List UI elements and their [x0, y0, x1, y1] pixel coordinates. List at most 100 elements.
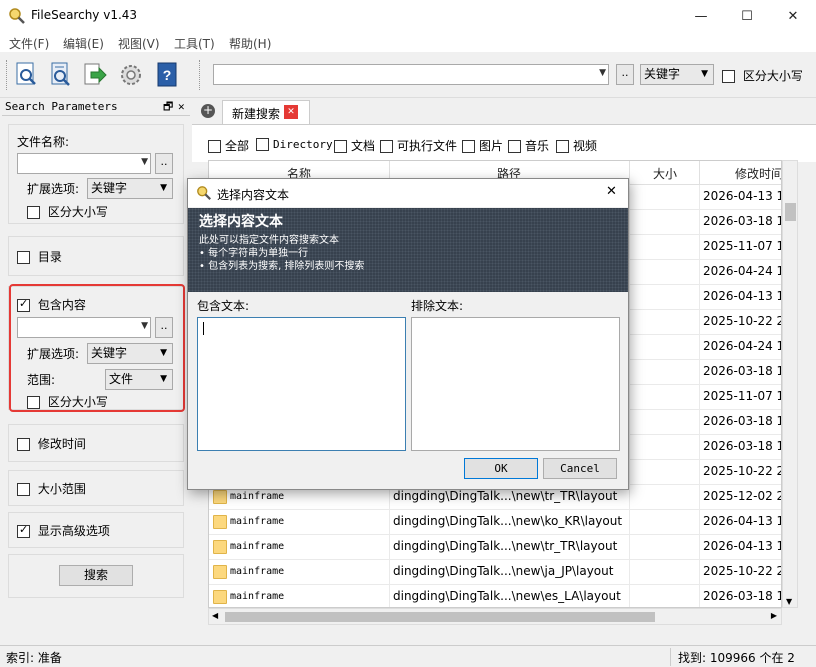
checkbox[interactable]: [508, 140, 521, 153]
tab-new-search[interactable]: 新建搜索 ✕: [222, 100, 310, 124]
column-modified[interactable]: 修改时间: [735, 165, 781, 182]
vertical-scrollbar[interactable]: ▼: [782, 160, 798, 608]
checkbox[interactable]: [256, 138, 269, 151]
settings-button[interactable]: [116, 60, 146, 90]
maximize-button[interactable]: ☐: [724, 0, 770, 32]
cell-date: 2026-03-18 14: [703, 414, 781, 428]
column-size[interactable]: 大小: [653, 165, 677, 182]
divider: [629, 460, 630, 485]
divider: [629, 285, 630, 310]
close-tab-icon[interactable]: ✕: [284, 105, 298, 119]
search-file-button[interactable]: [12, 60, 42, 90]
cell-path: dingding\DingTalk...\new\ko_KR\layout: [393, 514, 623, 528]
pin-icon[interactable]: 🗗: [163, 98, 173, 116]
divider: [699, 485, 700, 510]
cell-date: 2025-10-22 2(: [703, 314, 782, 328]
document-search-icon: [16, 62, 36, 85]
checkbox[interactable]: [334, 140, 347, 153]
folder-icon: [213, 515, 227, 529]
divider: [629, 410, 630, 435]
scroll-left-icon[interactable]: ◀: [212, 611, 218, 620]
export-button[interactable]: [80, 60, 110, 90]
search-content-button[interactable]: [46, 60, 76, 90]
menu-tools[interactable]: 工具(T): [174, 35, 215, 52]
horizontal-scrollbar[interactable]: ◀ ▶: [208, 608, 782, 625]
cell-date: 2026-03-18 14: [703, 439, 781, 453]
divider: [629, 385, 630, 410]
checkbox[interactable]: [17, 483, 30, 496]
checkbox[interactable]: [17, 251, 30, 264]
banner-title: 选择内容文本: [199, 214, 283, 230]
checkbox[interactable]: [17, 438, 30, 451]
size-range-group: 大小范围: [8, 470, 184, 506]
search-mode-select[interactable]: 关键字 ▼: [640, 64, 714, 85]
menu-file[interactable]: 文件(F): [9, 35, 49, 52]
menu-view[interactable]: 视图(V): [118, 35, 160, 52]
banner-bullet: • 包含列表为搜索, 排除列表则不搜索: [199, 261, 365, 272]
checkbox[interactable]: [208, 140, 221, 153]
ext-select[interactable]: 关键字 ▼: [87, 178, 173, 199]
close-button[interactable]: ✕: [770, 0, 816, 32]
help-button[interactable]: ?: [152, 60, 182, 90]
search-button[interactable]: 搜索: [59, 565, 133, 586]
select-content-dialog: 选择内容文本 ✕ 选择内容文本 此处可以指定文件内容搜索文本 • 每个字符串为单…: [187, 178, 629, 490]
scroll-right-icon[interactable]: ▶: [771, 611, 777, 620]
exclude-textarea[interactable]: [411, 317, 620, 451]
scroll-down-icon[interactable]: ▼: [786, 597, 792, 606]
checkbox[interactable]: [380, 140, 393, 153]
filter-music[interactable]: 音乐: [508, 137, 549, 154]
directory-checkbox[interactable]: 目录: [17, 248, 62, 265]
checkbox-checked[interactable]: [17, 523, 30, 538]
status-bar: 索引: 准备 找到: 109966 个在 2: [0, 645, 816, 667]
filter-images[interactable]: 图片: [462, 137, 503, 154]
divider: [629, 585, 630, 607]
folder-icon: [213, 490, 227, 504]
browse-button[interactable]: ..: [616, 64, 634, 85]
filter-executables[interactable]: 可执行文件: [380, 137, 457, 154]
table-row[interactable]: mainframe dingding\DingTalk...\new\tr_TR\…: [209, 535, 781, 560]
menu-help[interactable]: 帮助(H): [229, 35, 271, 52]
close-icon[interactable]: ✕: [178, 98, 185, 116]
add-tab-icon[interactable]: +: [201, 104, 215, 118]
minimize-button[interactable]: —: [678, 0, 724, 32]
toolbar-grip-2: [199, 60, 202, 90]
filter-documents[interactable]: 文档: [334, 137, 375, 154]
case-sensitive-toolbar-checkbox[interactable]: 区分大小写: [722, 67, 803, 84]
filter-all[interactable]: 全部: [208, 137, 249, 154]
scroll-thumb[interactable]: [225, 612, 655, 622]
checkbox[interactable]: [462, 140, 475, 153]
table-row[interactable]: mainframe dingding\DingTalk...\new\es_LA\…: [209, 585, 781, 607]
filter-video[interactable]: 视频: [556, 137, 597, 154]
menu-edit[interactable]: 编辑(E): [63, 35, 104, 52]
search-input[interactable]: ▼: [213, 64, 609, 85]
sort-up-icon: ^: [295, 160, 303, 168]
divider: [629, 335, 630, 360]
filename-input[interactable]: ▼: [17, 153, 151, 174]
include-textarea[interactable]: [197, 317, 406, 451]
advanced-options-checkbox[interactable]: 显示高级选项: [17, 522, 110, 539]
chevron-down-icon: ▼: [701, 69, 708, 79]
status-found: 找到: 109966 个在 2: [678, 651, 795, 665]
checkbox[interactable]: [722, 70, 735, 83]
table-row[interactable]: mainframe dingding\DingTalk...\new\ja_JP\…: [209, 560, 781, 585]
cell-name: mainframe: [230, 591, 285, 602]
divider: [699, 535, 700, 560]
filter-directory[interactable]: Directory: [256, 137, 333, 151]
case-sensitive-filename[interactable]: 区分大小写: [27, 203, 108, 220]
ok-button[interactable]: OK: [464, 458, 538, 479]
checkbox[interactable]: [556, 140, 569, 153]
gear-icon: [121, 65, 141, 85]
divider: [699, 360, 700, 385]
cell-name: mainframe: [230, 566, 285, 577]
scroll-thumb[interactable]: [785, 203, 796, 221]
ext-label: 扩展选项:: [27, 182, 80, 196]
cell-date: 2026-03-18 14: [703, 589, 781, 603]
filename-browse-button[interactable]: ..: [155, 153, 173, 174]
size-range-checkbox[interactable]: 大小范围: [17, 480, 86, 497]
dialog-close-icon[interactable]: ✕: [606, 184, 617, 199]
magnifier-app-icon: [9, 8, 25, 24]
checkbox[interactable]: [27, 206, 40, 219]
modified-time-checkbox[interactable]: 修改时间: [17, 435, 86, 452]
cancel-button[interactable]: Cancel: [543, 458, 617, 479]
table-row[interactable]: mainframe dingding\DingTalk...\new\ko_KR\…: [209, 510, 781, 535]
